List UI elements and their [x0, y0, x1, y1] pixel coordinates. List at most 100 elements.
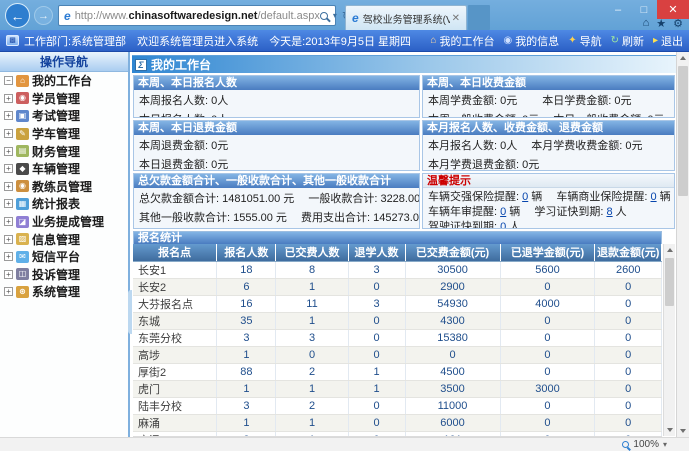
header-link-navigation[interactable]: ✦导航 [568, 33, 601, 49]
expand-box-icon[interactable]: + [4, 270, 13, 279]
header-links: ⌂我的工作台 ◉我的信息 ✦导航 ↻刷新 ▸退出 [430, 33, 683, 49]
zoom-control[interactable]: 100% ▾ [622, 439, 667, 450]
expand-box-icon[interactable]: + [4, 94, 13, 103]
value-cell: 0 [595, 278, 662, 295]
sidebar-item-label: 车辆管理 [32, 160, 80, 177]
department-icon: ▩ [6, 35, 19, 46]
sidebar-item-13[interactable]: +⊛系统管理 [0, 283, 128, 301]
expand-box-icon[interactable]: + [4, 235, 13, 244]
tab-close-icon[interactable]: ✕ [450, 13, 462, 24]
site-name-cell: 麻涌 [133, 414, 217, 431]
new-tab-button[interactable] [468, 5, 490, 30]
header-link-logout[interactable]: ▸退出 [653, 33, 683, 49]
value-cell: 2900 [405, 278, 500, 295]
browser-scroll-down-icon[interactable] [680, 429, 686, 433]
sidebar-item-12[interactable]: +◫投诉管理 [0, 266, 128, 284]
header-link-refresh[interactable]: ↻刷新 [611, 33, 644, 49]
table-row: 高埗100000 [133, 346, 662, 363]
sidebar-item-4[interactable]: +✎学车管理 [0, 125, 128, 143]
value-cell: 4500 [405, 363, 500, 380]
tab-ie-icon: e [352, 11, 359, 25]
expand-box-icon[interactable]: + [4, 129, 13, 138]
search-icon[interactable] [320, 12, 328, 20]
sidebar-item-9[interactable]: +◪业务提成管理 [0, 213, 128, 231]
site-name-cell: 厚街2 [133, 363, 217, 380]
expand-box-icon[interactable]: + [4, 164, 13, 173]
value-cell: 3 [217, 397, 276, 414]
sidebar-item-1[interactable]: −⌂我的工作台 [0, 72, 128, 90]
sidebar-item-8[interactable]: +▦统计报表 [0, 195, 128, 213]
scroll-down-icon[interactable] [667, 428, 673, 432]
value-cell: 1 [276, 312, 348, 329]
site-name-cell: 东城 [133, 312, 217, 329]
minimize-button[interactable]: – [605, 0, 631, 19]
date-text: 今天是:2013年9月5日 星期四 [269, 36, 411, 48]
table-vertical-scrollbar[interactable] [663, 244, 675, 436]
site-name-cell: 陆丰分校 [133, 397, 217, 414]
column-header: 已交费金额(元) [405, 244, 500, 261]
stat-line: 本月报名人数: 0人 本月学费收费金额: 0元 [428, 137, 669, 156]
home-browser-icon[interactable]: ⌂ [643, 17, 650, 30]
browser-vertical-scrollbar[interactable] [676, 52, 689, 437]
workbench-content: Σ 我的工作台 本周、本日报名人数 本周报名人数: 0人 本日报名人数: 0人 … [132, 52, 676, 437]
value-cell: 15380 [405, 329, 500, 346]
sms-icon: ✉ [16, 251, 29, 263]
expand-box-icon[interactable]: + [4, 182, 13, 191]
sidebar-item-6[interactable]: +◆车辆管理 [0, 160, 128, 178]
sidebar-item-label: 我的工作台 [32, 72, 92, 89]
report-icon: ▦ [16, 198, 29, 210]
expand-box-icon[interactable]: + [4, 199, 13, 208]
url-prefix: http://www. [75, 10, 129, 22]
value-cell: 0 [348, 346, 405, 363]
scrollbar-thumb[interactable] [665, 258, 674, 306]
tip-text: 车辆年审提醒: [428, 206, 500, 218]
stat-line: 本日报名人数: 0人 [139, 111, 414, 118]
scroll-up-icon[interactable] [667, 248, 673, 252]
header-link-my-info[interactable]: ◉我的信息 [503, 33, 559, 49]
sidebar-item-5[interactable]: +▤财务管理 [0, 142, 128, 160]
exam-icon: ▣ [16, 110, 29, 122]
expand-box-icon[interactable]: + [4, 252, 13, 261]
value-cell: 0 [348, 329, 405, 346]
panel-tips: 温馨提示 车辆交强保险提醒: 0 辆 车辆商业保险提醒: 0 辆车辆年审提醒: … [422, 173, 675, 229]
back-button[interactable]: ← [5, 3, 30, 28]
site-name-cell: 东莞分校 [133, 329, 217, 346]
favorites-star-icon[interactable]: ★ [656, 17, 666, 30]
value-cell: 16 [217, 295, 276, 312]
value-cell: 0 [595, 295, 662, 312]
sidebar-item-label: 业务提成管理 [32, 213, 104, 230]
expand-box-icon[interactable]: + [4, 147, 13, 156]
forward-button[interactable]: → [34, 6, 53, 25]
tip-text: 辆 车辆商业保险提醒: [528, 191, 650, 203]
expand-box-icon[interactable]: + [4, 217, 13, 226]
browser-tab[interactable]: e 驾校业务管理系统(V3.0) ✕ [345, 5, 467, 30]
browser-scrollbar-thumb[interactable] [678, 66, 688, 196]
panel-title: 本周、本日退费金额 [134, 121, 419, 135]
driving-practice-icon: ✎ [16, 128, 29, 140]
value-cell: 6 [217, 278, 276, 295]
sidebar-item-7[interactable]: +◉教练员管理 [0, 178, 128, 196]
address-bar[interactable]: e http://www.chinasoftwaredesign.net/def… [58, 5, 336, 26]
collapse-box-icon[interactable]: − [4, 76, 13, 85]
sidebar-item-3[interactable]: +▣考试管理 [0, 107, 128, 125]
sidebar-item-2[interactable]: +◉学员管理 [0, 90, 128, 108]
zoom-dropdown-icon[interactable]: ▾ [663, 440, 667, 449]
value-cell: 54930 [405, 295, 500, 312]
settings-gear-icon[interactable]: ⚙ [673, 17, 683, 30]
sidebar-item-10[interactable]: +▨信息管理 [0, 230, 128, 248]
sidebar-item-11[interactable]: +✉短信平台 [0, 248, 128, 266]
address-dropdown-icon[interactable]: ▾ [333, 11, 337, 20]
value-cell: 3 [276, 329, 348, 346]
table-row: 长安2610290000 [133, 278, 662, 295]
workbench-title: 我的工作台 [151, 56, 211, 73]
header-link-workbench-home[interactable]: ⌂我的工作台 [430, 33, 494, 49]
panel-month-stats: 本月报名人数、收费金额、退费金额 本月报名人数: 0人 本月学费收费金额: 0元… [422, 120, 675, 171]
browser-scroll-up-icon[interactable] [680, 56, 686, 60]
site-name-cell: 高埗 [133, 346, 217, 363]
expand-box-icon[interactable]: + [4, 111, 13, 120]
expand-box-icon[interactable]: + [4, 287, 13, 296]
workbench-home-icon: ⌂ [430, 35, 436, 46]
table-row: 东城3510430000 [133, 312, 662, 329]
app-header: ▩ 工作部门:系统管理部 欢迎系统管理员进入系统 今天是:2013年9月5日 星… [0, 30, 689, 52]
complaint-icon: ◫ [16, 268, 29, 280]
